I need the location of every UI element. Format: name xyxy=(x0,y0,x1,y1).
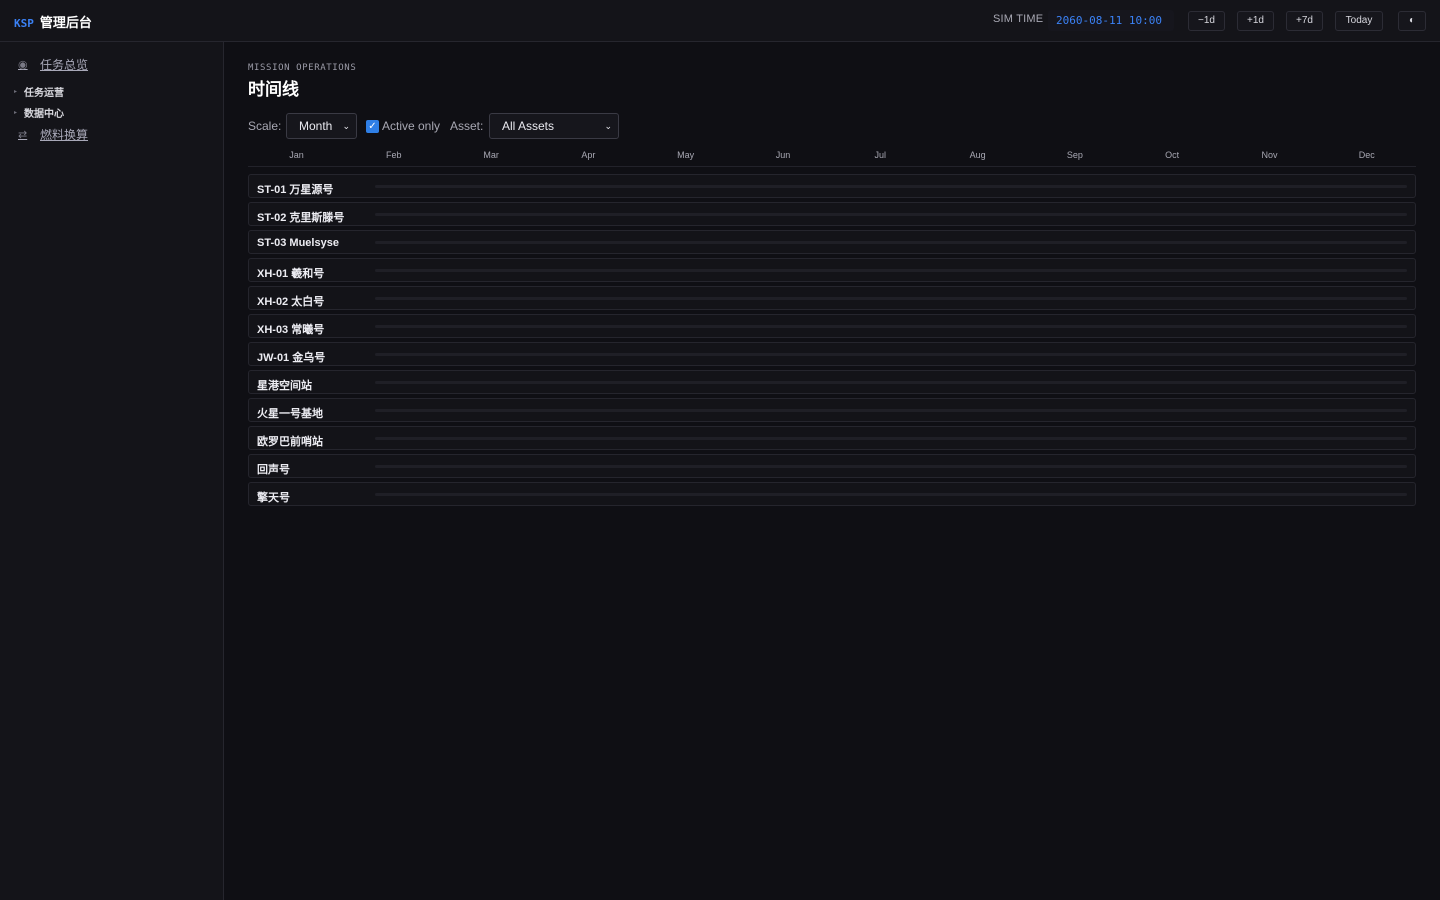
month-label: Jul xyxy=(874,150,887,160)
month-label: Apr xyxy=(581,150,596,160)
plus-7d-button[interactable]: +7d xyxy=(1286,11,1323,31)
timeline-row[interactable]: XH-03 常曦号 xyxy=(248,314,1416,338)
timeline-row[interactable]: ST-03 Muelsyse xyxy=(248,230,1416,254)
brand-title: 管理后台 xyxy=(39,15,92,30)
asset-select[interactable]: All Assets ⌄ xyxy=(489,113,619,139)
month-label: Sep xyxy=(1066,150,1083,160)
sidebar-item-mission-overview[interactable]: ◉ 任务总览 xyxy=(18,56,88,73)
timeline-track xyxy=(375,269,1407,272)
month-label: Oct xyxy=(1165,150,1180,160)
asset-name: 火星一号基地 xyxy=(257,408,323,420)
asset-label: Asset: xyxy=(450,119,484,133)
active-only-checkbox[interactable]: ✓ xyxy=(366,120,379,133)
month-label: Nov xyxy=(1261,150,1278,160)
timeline-track xyxy=(375,437,1407,440)
timeline-track xyxy=(375,325,1407,328)
sim-time-value: 2060-08-11 10:00 xyxy=(1048,10,1174,31)
timeline-row[interactable]: 擎天号 xyxy=(248,482,1416,506)
asset-name: XH-03 常曦号 xyxy=(257,324,325,336)
theme-toggle-button[interactable]: ◐ xyxy=(1398,11,1426,31)
sidebar-item-fuel-converter[interactable]: ⇄ 燃料换算 xyxy=(18,126,88,143)
scale-select-value: Month xyxy=(299,119,333,133)
timeline-track xyxy=(375,465,1407,468)
sidebar-group-label: 任务运营 xyxy=(24,88,65,99)
asset-name: ST-01 万星源号 xyxy=(257,184,334,196)
month-label: Jun xyxy=(775,150,791,160)
chevron-right-icon: ▸ xyxy=(14,89,18,95)
timeline-controls: Scale: Month ⌄ ✓ Active only Asset: All … xyxy=(248,113,948,139)
scale-label: Scale: xyxy=(248,119,282,133)
month-label: May xyxy=(677,150,695,160)
timeline-track xyxy=(375,241,1407,244)
timeline-track xyxy=(375,493,1407,496)
asset-name: JW-01 金乌号 xyxy=(257,352,326,364)
asset-name: 擎天号 xyxy=(257,492,290,504)
timeline-row[interactable]: ST-02 克里斯滕号 xyxy=(248,202,1416,226)
timeline-row[interactable]: XH-01 羲和号 xyxy=(248,258,1416,282)
timeline-row[interactable]: 火星一号基地 xyxy=(248,398,1416,422)
sim-time-label: SIM TIME xyxy=(993,13,1044,25)
month-label: Mar xyxy=(483,150,499,160)
sidebar: ◉ 任务总览 ▸ 任务运营 ▸ 数据中心 ⇄ 燃料换算 xyxy=(0,42,224,900)
month-label: Jan xyxy=(289,150,304,160)
sidebar-group-data-center[interactable]: ▸ 数据中心 xyxy=(14,105,64,120)
timeline-track xyxy=(375,213,1407,216)
timeline-track xyxy=(375,409,1407,412)
timeline-track xyxy=(375,353,1407,356)
asset-select-value: All Assets xyxy=(502,119,555,133)
scale-select[interactable]: Month ⌄ xyxy=(286,113,357,139)
month-label: Dec xyxy=(1358,150,1375,160)
asset-name: ST-02 克里斯滕号 xyxy=(257,212,345,224)
page-title: 时间线 xyxy=(248,80,299,99)
month-label: Aug xyxy=(969,150,986,160)
timeline-row[interactable]: JW-01 金乌号 xyxy=(248,342,1416,366)
asset-name: 星港空间站 xyxy=(257,380,312,392)
month-axis: Jan Feb Mar Apr May Jun Jul Aug Sep Oct Nov Dec xyxy=(248,150,1416,167)
timeline-track xyxy=(375,185,1407,188)
chevron-right-icon: ▸ xyxy=(14,110,18,116)
asset-name: 欧罗巴前哨站 xyxy=(257,436,323,448)
timeline-track xyxy=(375,297,1407,300)
asset-name: ST-03 Muelsyse xyxy=(257,237,339,249)
asset-name: 回声号 xyxy=(257,464,290,476)
timeline-row[interactable]: 星港空间站 xyxy=(248,370,1416,394)
sidebar-item-label: 燃料换算 xyxy=(40,128,89,142)
plus-1d-button[interactable]: +1d xyxy=(1237,11,1274,31)
chevron-down-icon: ⌄ xyxy=(604,121,612,131)
asset-name: XH-01 羲和号 xyxy=(257,268,325,280)
timeline-row[interactable]: ST-01 万星源号 xyxy=(248,174,1416,198)
minus-1d-button[interactable]: −1d xyxy=(1188,11,1225,31)
chevron-down-icon: ⌄ xyxy=(342,121,350,131)
sidebar-group-mission-ops[interactable]: ▸ 任务运营 xyxy=(14,84,64,99)
sidebar-item-label: 任务总览 xyxy=(40,58,89,72)
timeline-row[interactable]: XH-02 太白号 xyxy=(248,286,1416,310)
page-eyebrow: MISSION OPERATIONS xyxy=(248,63,357,73)
sidebar-group-label: 数据中心 xyxy=(24,109,65,120)
month-label: Feb xyxy=(386,150,402,160)
active-only-label[interactable]: Active only xyxy=(382,119,440,133)
brand[interactable]: KSP 管理后台 xyxy=(14,12,92,31)
timeline-row[interactable]: 回声号 xyxy=(248,454,1416,478)
timeline-track xyxy=(375,381,1407,384)
today-button[interactable]: Today xyxy=(1335,11,1383,31)
swap-icon: ⇄ xyxy=(18,129,28,141)
brand-prefix: KSP xyxy=(14,17,34,30)
top-bar: KSP 管理后台 SIM TIME 2060-08-11 10:00 −1d +… xyxy=(0,0,1440,42)
asset-name: XH-02 太白号 xyxy=(257,296,325,308)
target-icon: ◉ xyxy=(18,59,28,71)
timeline-row[interactable]: 欧罗巴前哨站 xyxy=(248,426,1416,450)
